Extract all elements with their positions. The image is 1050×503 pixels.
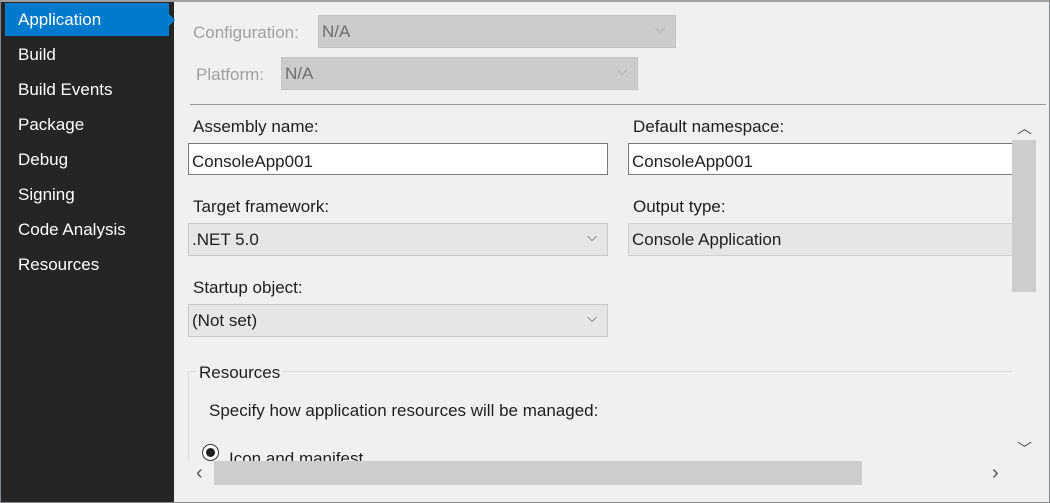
default-namespace-input[interactable]: [628, 143, 1012, 175]
startup-object-value: (Not set): [192, 311, 258, 330]
horizontal-scrollbar-thumb[interactable]: [214, 461, 862, 485]
target-framework-label: Target framework:: [193, 197, 330, 216]
sidebar: Application Build Build Events Package D…: [1, 2, 175, 502]
sidebar-item-label: Code Analysis: [18, 220, 126, 239]
sidebar-item-package[interactable]: Package: [5, 108, 169, 141]
resources-group-title: Resources: [196, 363, 284, 383]
configuration-value: N/A: [322, 22, 351, 41]
scroll-content: Assembly name: Default namespace: Target…: [176, 106, 1012, 461]
sidebar-item-application[interactable]: Application: [5, 3, 175, 36]
sidebar-item-label: Package: [18, 115, 85, 134]
platform-dropdown[interactable]: N/A ⌵: [281, 57, 638, 90]
scroll-up-icon[interactable]: ︿: [1017, 117, 1032, 138]
output-type-label: Output type:: [633, 197, 726, 216]
assembly-name-label: Assembly name:: [193, 117, 319, 136]
chevron-down-icon: ⌵: [587, 229, 597, 244]
scroll-right-icon[interactable]: ›: [992, 462, 999, 485]
chevron-down-icon: ⌵: [617, 63, 627, 78]
sidebar-item-label: Build: [18, 45, 56, 64]
sidebar-item-resources[interactable]: Resources: [5, 248, 169, 281]
assembly-name-input[interactable]: [188, 143, 608, 175]
scroll-left-icon[interactable]: ‹: [196, 462, 203, 485]
platform-value: N/A: [285, 64, 314, 83]
scroll-down-icon[interactable]: ﹀: [1017, 438, 1032, 459]
icon-manifest-radio[interactable]: [202, 444, 219, 461]
sidebar-item-debug[interactable]: Debug: [5, 143, 169, 176]
default-namespace-label: Default namespace:: [633, 117, 785, 136]
output-type-field[interactable]: Console Application: [628, 223, 1012, 256]
vertical-scrollbar-thumb[interactable]: [1012, 140, 1036, 292]
configuration-label: Configuration:: [193, 23, 299, 42]
sidebar-item-signing[interactable]: Signing: [5, 178, 169, 211]
startup-object-dropdown[interactable]: (Not set) ⌵: [188, 304, 608, 337]
target-framework-value: .NET 5.0: [192, 230, 259, 249]
chevron-down-icon: ⌵: [655, 21, 665, 36]
sidebar-item-label: Signing: [18, 185, 75, 204]
configuration-dropdown[interactable]: N/A ⌵: [318, 15, 676, 48]
sidebar-item-label: Resources: [18, 255, 100, 274]
startup-object-label: Startup object:: [193, 278, 303, 297]
sidebar-item-label: Build Events: [18, 80, 113, 99]
target-framework-dropdown[interactable]: .NET 5.0 ⌵: [188, 223, 608, 256]
divider: [190, 104, 1046, 105]
sidebar-item-code-analysis[interactable]: Code Analysis: [5, 213, 169, 246]
sidebar-item-label: Debug: [18, 150, 69, 169]
icon-manifest-label: Icon and manifest: [229, 449, 364, 461]
sidebar-item-label: Application: [18, 10, 102, 29]
sidebar-item-build-events[interactable]: Build Events: [5, 73, 169, 106]
chevron-down-icon: ⌵: [587, 310, 597, 325]
resources-description: Specify how application resources will b…: [209, 401, 599, 420]
output-type-value: Console Application: [632, 230, 782, 249]
sidebar-item-build[interactable]: Build: [5, 38, 169, 71]
platform-label: Platform:: [196, 65, 265, 84]
